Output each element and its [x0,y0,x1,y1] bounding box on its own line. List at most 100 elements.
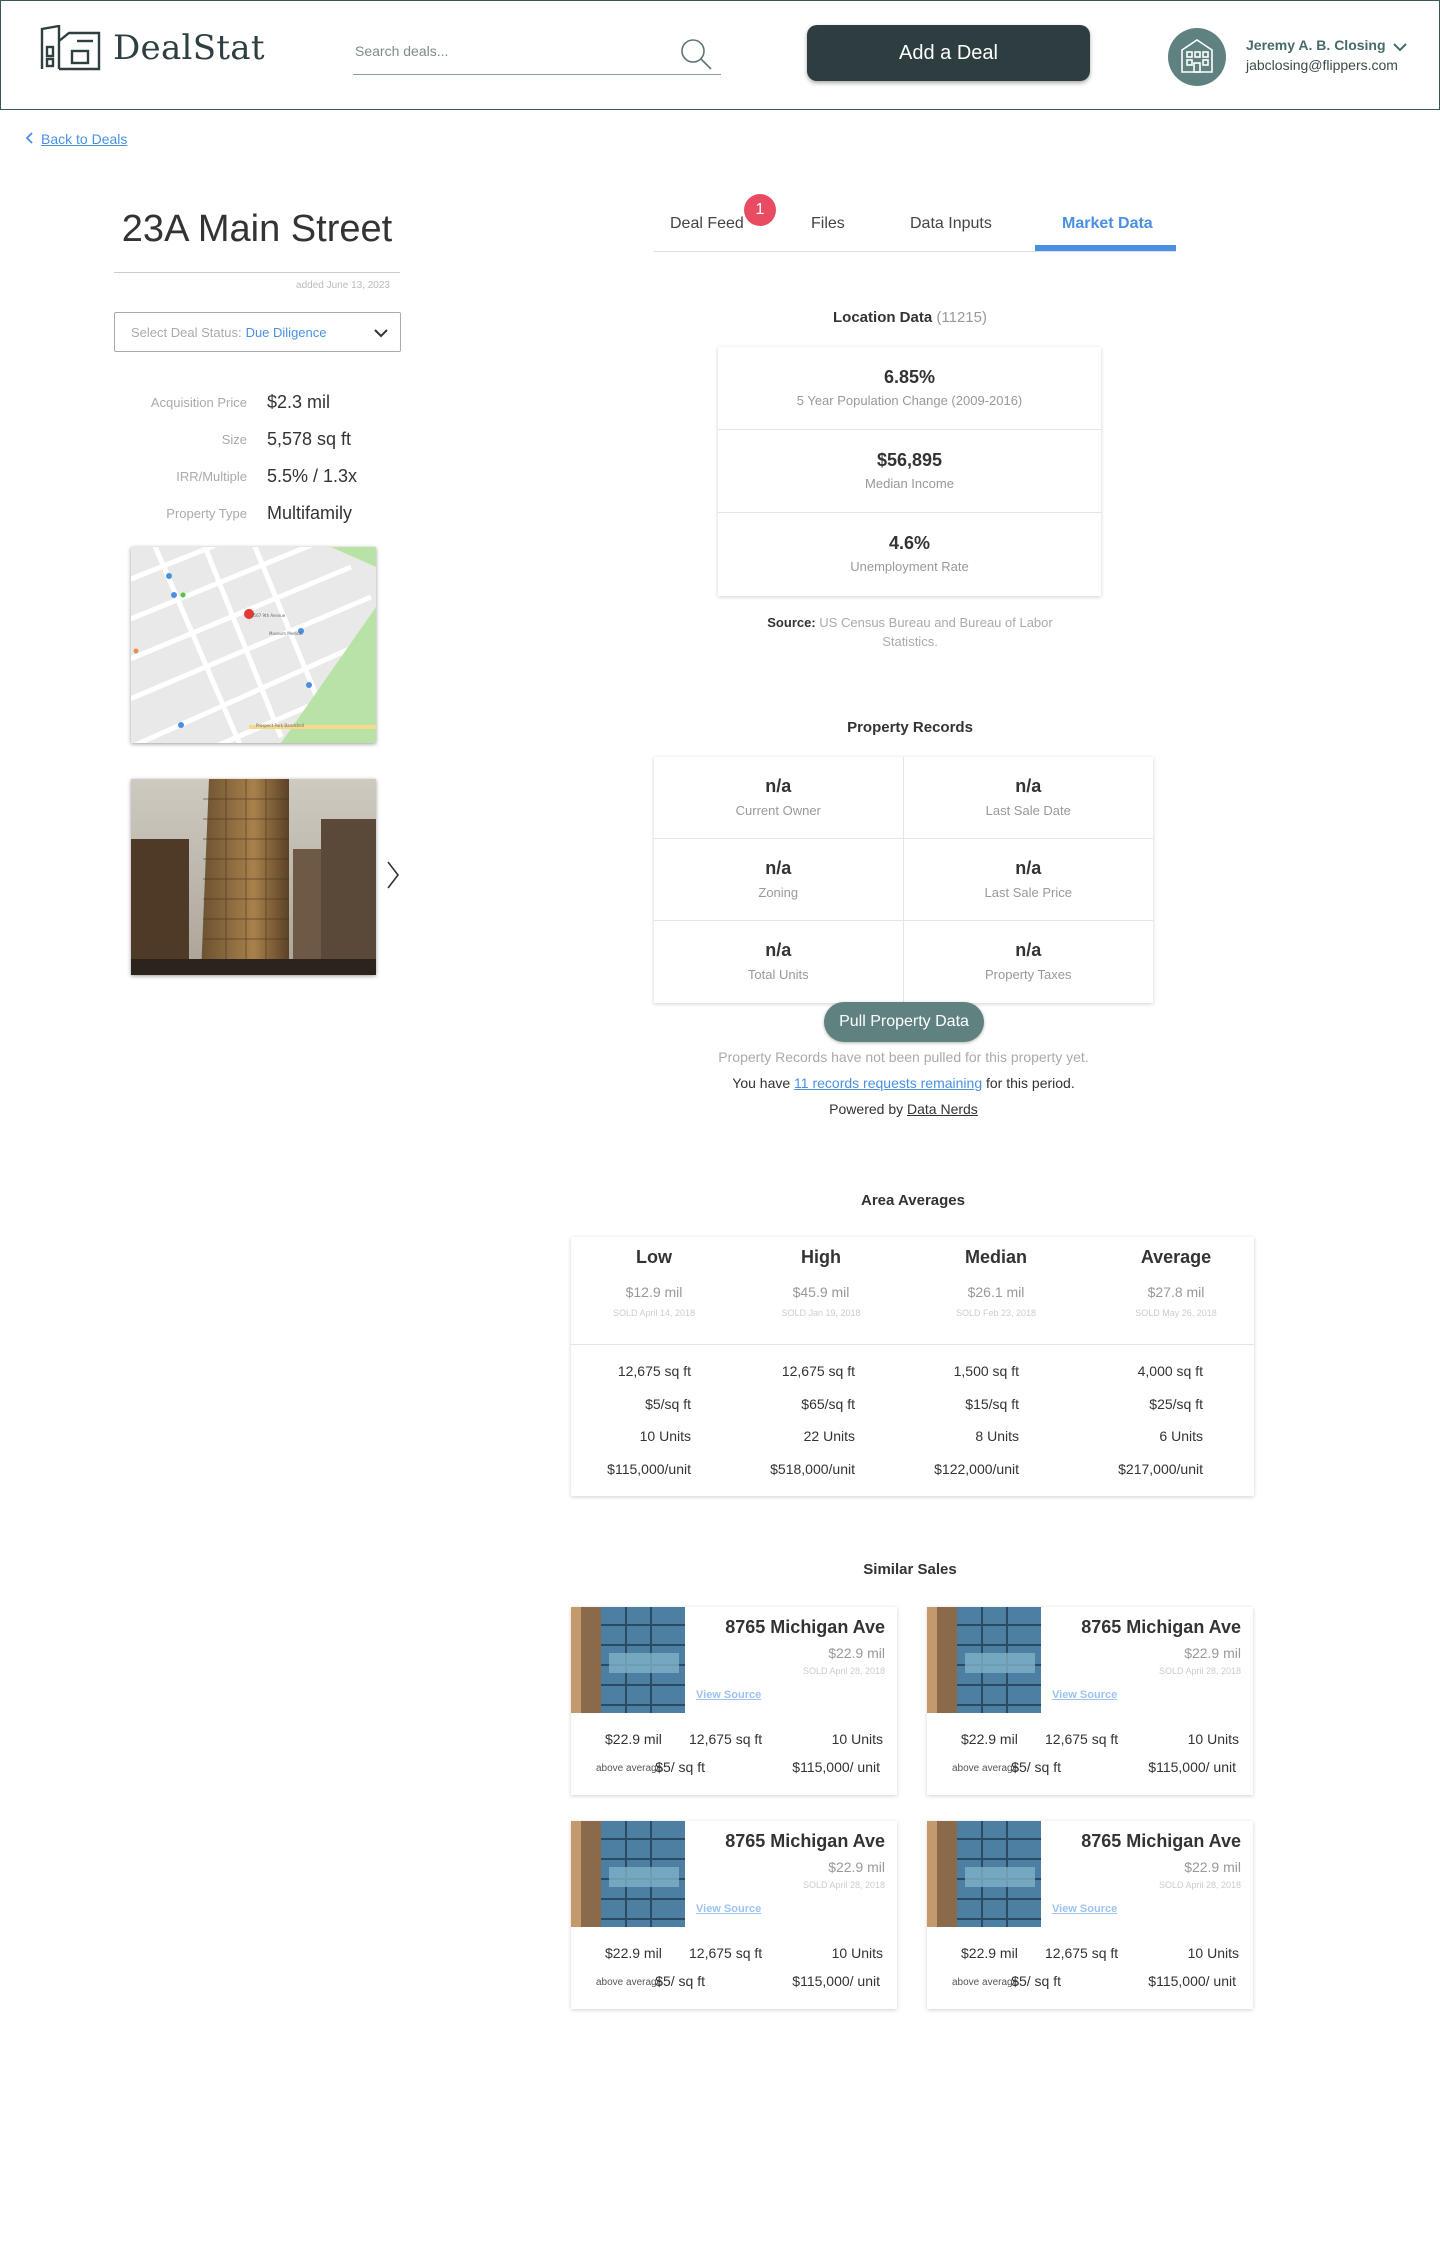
sale-units: 10 Units [831,1945,883,1961]
sale-per-unit: $115,000/ unit [792,1973,880,1989]
sale-price-summary: $22.9 mil [961,1945,1018,1961]
property-value: Multifamily [267,503,353,523]
similar-sale-card[interactable]: 8765 Michigan Ave $22.9 mil SOLD April 2… [927,1821,1253,2009]
avg-sold-date: SOLD Feb 23, 2018 [955,1308,1037,1318]
property-label: Size [221,432,247,447]
search-input[interactable] [355,43,675,59]
sale-sqft: 12,675 sq ft [1045,1945,1119,1961]
note-prefix: You have [732,1075,791,1091]
sale-price: $22.9 mil [1184,1645,1241,1661]
view-source-link[interactable]: View Source [1052,1903,1117,1915]
sale-sold-date: SOLD April 28, 2018 [802,1880,885,1890]
svg-text:4567 9th Avenue: 4567 9th Avenue [251,613,286,618]
chevron-right-icon[interactable] [386,860,400,895]
user-name[interactable]: Jeremy A. B. Closing [1246,37,1386,53]
divider [114,272,400,273]
sale-price-summary: $22.9 mil [961,1731,1018,1747]
sale-photo [927,1607,1041,1713]
property-row: Size 5,578 sq ft [114,421,414,458]
app-header: DealStat Add a Deal Jeremy A. B. Closing… [0,0,1440,110]
tab-market-data[interactable]: Market Data [1062,215,1153,233]
logo[interactable]: DealStat [39,25,265,71]
sale-price: $22.9 mil [828,1645,885,1661]
deal-properties: Acquisition Price $2.3 mil Size 5,578 sq… [114,384,414,532]
avg-sold-date: SOLD May 26, 2018 [1135,1308,1217,1318]
avg-heading: High [801,1247,841,1267]
avg-per-sqft: $5/sq ft [645,1396,691,1412]
sale-tag: above average [952,1977,1019,1988]
sale-per-unit: $115,000/ unit [792,1759,880,1775]
sale-price-summary: $22.9 mil [605,1731,662,1747]
view-source-link[interactable]: View Source [696,1689,761,1701]
property-row: IRR/Multiple 5.5% / 1.3x [114,458,414,495]
property-value: 5.5% / 1.3x [267,466,358,486]
sale-price-summary: $22.9 mil [605,1945,662,1961]
record-cell: n/a Property Taxes [904,921,1154,1003]
property-label: IRR/Multiple [176,469,247,484]
sale-photo [571,1607,685,1713]
location-map[interactable]: 4567 9th Avenue Museum Medical Prospect Pa… [131,547,376,743]
view-source-link[interactable]: View Source [696,1903,761,1915]
deal-status-select[interactable]: Select Deal Status: Due Diligence [114,312,401,352]
similar-sales-title: Similar Sales [863,1561,957,1578]
avg-units: 10 Units [639,1428,691,1444]
tab-data-inputs[interactable]: Data Inputs [910,215,992,233]
sale-address: 8765 Michigan Ave [1081,1831,1241,1851]
avg-sqft: 12,675 sq ft [617,1363,691,1379]
property-photo[interactable] [131,779,376,975]
location-title-label: Location Data [833,309,933,326]
stat-label: Median Income [865,476,954,491]
avg-sold-date: SOLD April 14, 2018 [612,1308,696,1318]
source-label: Source: [767,615,816,630]
sale-sqft: 12,675 sq ft [689,1731,763,1747]
tab-deal-feed[interactable]: Deal Feed [670,215,744,233]
location-data-title: Location Data (11215) [660,309,1160,326]
sale-price: $22.9 mil [1184,1859,1241,1875]
avatar[interactable] [1168,28,1226,86]
record-value: n/a [1015,940,1042,960]
sale-units: 10 Units [1187,1945,1239,1961]
location-data-card: 6.85% 5 Year Population Change (2009-201… [718,347,1101,596]
stat-label: 5 Year Population Change (2009-2016) [796,393,1023,408]
sale-sold-date: SOLD April 28, 2018 [1158,1666,1241,1676]
area-averages-title: Area Averages [861,1192,965,1209]
records-status-note: Property Records have not been pulled fo… [718,1049,1089,1065]
back-to-deals-link[interactable]: Back to Deals [25,131,128,147]
back-label: Back to Deals [41,131,128,147]
sale-address: 8765 Michigan Ave [725,1831,885,1851]
avg-heading: Low [636,1247,672,1267]
search-icon[interactable] [679,37,713,76]
avg-column-average: Average $27.8 mil SOLD May 26, 2018 [1096,1237,1256,1318]
similar-sale-card[interactable]: 8765 Michigan Ave $22.9 mil SOLD April 2… [571,1821,897,2009]
active-tab-indicator [1035,245,1176,251]
record-label: Total Units [747,967,809,982]
record-cell: n/a Total Units [654,921,904,1003]
data-nerds-link[interactable]: Data Nerds [907,1101,978,1117]
chevron-down-icon[interactable] [1393,39,1407,57]
records-remaining-link[interactable]: 11 records requests remaining [794,1075,982,1091]
avg-price: $12.9 mil [625,1284,683,1300]
avg-per-unit: $217,000/unit [1118,1461,1203,1477]
avg-units: 8 Units [975,1428,1019,1444]
avg-column-median: Median $26.1 mil SOLD Feb 23, 2018 [916,1237,1076,1318]
sale-sqft: 12,675 sq ft [689,1945,763,1961]
view-source-link[interactable]: View Source [1052,1689,1117,1701]
sale-tag: above average [596,1977,663,1988]
property-records-title: Property Records [847,719,973,736]
pull-property-data-button[interactable]: Pull Property Data [824,1002,984,1042]
area-averages-card: Low $12.9 mil SOLD April 14, 2018 High $… [571,1237,1254,1496]
source-text: US Census Bureau and Bureau of Labor Sta… [819,615,1053,649]
tab-files[interactable]: Files [811,215,845,233]
similar-sale-card[interactable]: 8765 Michigan Ave $22.9 mil SOLD April 2… [571,1607,897,1795]
record-label: Current Owner [735,803,821,818]
svg-text:Prospect Park Bandshell: Prospect Park Bandshell [256,723,304,728]
stat-value: $56,895 [876,450,943,470]
sale-sold-date: SOLD April 28, 2018 [1158,1880,1241,1890]
location-stat: 4.6% Unemployment Rate [718,513,1101,596]
similar-sale-card[interactable]: 8765 Michigan Ave $22.9 mil SOLD April 2… [927,1607,1253,1795]
location-stat: 6.85% 5 Year Population Change (2009-201… [718,347,1101,430]
sale-units: 10 Units [1187,1731,1239,1747]
sale-per-sqft: $5/ sq ft [655,1973,705,1989]
stat-value: 6.85% [883,367,936,387]
add-deal-button[interactable]: Add a Deal [807,25,1090,81]
